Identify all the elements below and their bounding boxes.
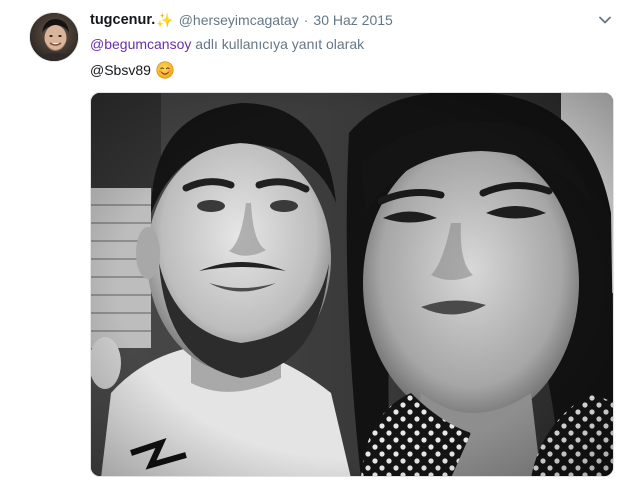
selfie-photo: [91, 93, 613, 476]
reply-context: @begumcansoy adlı kullanıcıya yanıt olar…: [90, 36, 364, 52]
tweet-date[interactable]: 30 Haz 2015: [313, 12, 392, 28]
tweet: tugcenur. ✨ @herseyimcagatay · 30 Haz 20…: [0, 0, 635, 488]
smiling-face-emoji: [156, 61, 174, 79]
chevron-down-icon[interactable]: [597, 12, 613, 28]
reply-context-text: adlı kullanıcıya yanıt olarak: [191, 36, 365, 52]
tweet-header: tugcenur. ✨ @herseyimcagatay · 30 Haz 20…: [90, 10, 393, 30]
reply-mention-link[interactable]: @begumcansoy: [90, 36, 191, 52]
tweet-mention[interactable]: @Sbsv89: [90, 62, 151, 78]
avatar[interactable]: [29, 12, 79, 62]
avatar-image: [30, 13, 78, 61]
user-handle[interactable]: @herseyimcagatay: [179, 12, 299, 28]
sparkles-emoji: ✨: [156, 11, 174, 28]
separator-dot: ·: [303, 12, 309, 28]
display-name[interactable]: tugcenur.: [90, 12, 155, 28]
tweet-text: @Sbsv89: [90, 61, 174, 79]
tweet-photo[interactable]: [90, 92, 614, 477]
